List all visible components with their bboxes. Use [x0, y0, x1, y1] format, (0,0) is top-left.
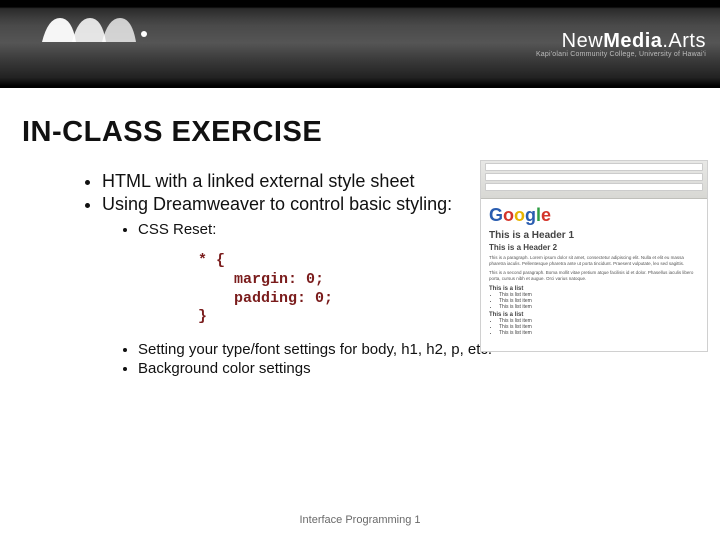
logo-text-media: Media — [603, 30, 662, 52]
logo-text-arts: .Arts — [662, 30, 706, 52]
slide-title: IN-CLASS EXERCISE — [22, 116, 698, 149]
slide-footer: Interface Programming 1 — [0, 514, 720, 526]
preview-list-item: This is list item — [499, 304, 699, 310]
logo-subtitle: Kapi'olani Community College, University… — [536, 51, 706, 58]
sub-bullet-item: Background color settings — [138, 360, 698, 377]
newmediaarts-logo: NewMedia.Arts Kapi'olani Community Colle… — [536, 30, 706, 58]
logo-text-new: New — [562, 30, 604, 52]
nma-logo — [38, 12, 178, 50]
slide-header-bar: NewMedia.Arts Kapi'olani Community Colle… — [0, 0, 720, 88]
preview-list: This is list item This is list item This… — [499, 318, 699, 336]
preview-paragraph: This is a paragraph. Lorem ipsum dolor s… — [489, 255, 699, 266]
preview-list: This is list item This is list item This… — [499, 292, 699, 310]
preview-list-item: This is list item — [499, 330, 699, 336]
browser-screenshot-thumbnail: Google This is a Header 1 This is a Head… — [480, 160, 708, 352]
browser-page-preview: Google This is a Header 1 This is a Head… — [481, 199, 707, 351]
preview-h2: This is a Header 2 — [489, 243, 699, 252]
preview-paragraph: This is a second paragraph. Boma mollit … — [489, 270, 699, 281]
browser-chrome — [481, 161, 707, 199]
google-logo: Google — [489, 205, 699, 226]
preview-h1: This is a Header 1 — [489, 230, 699, 241]
